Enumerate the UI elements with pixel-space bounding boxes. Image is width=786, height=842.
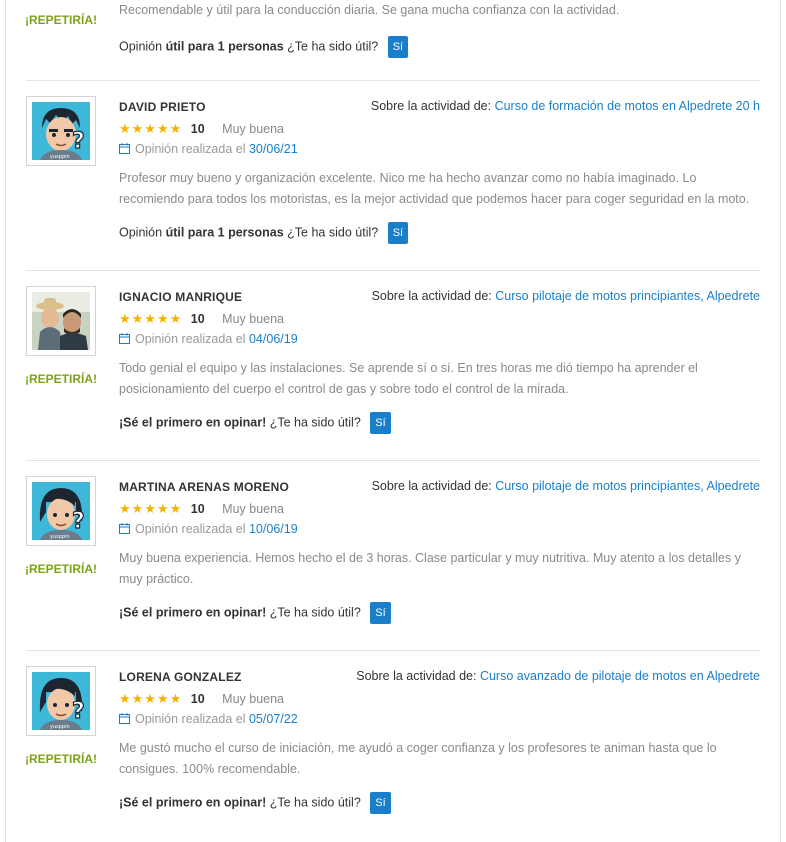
review-date: Opinión realizada el 04/06/19	[119, 332, 298, 346]
svg-text:yusppin: yusppin	[50, 724, 70, 730]
useful-row: Opinión útil para 1 personas ¿Te ha sido…	[119, 222, 409, 244]
default-avatar-icon: ? yusppin	[32, 672, 90, 730]
activity-info: Sobre la actividad de: Curso pilotaje de…	[372, 289, 760, 303]
date-value[interactable]: 04/06/19	[249, 332, 298, 346]
reviewer-name: LORENA GONZALEZ	[119, 670, 242, 684]
review-date: Opinión realizada el 10/06/19	[119, 522, 298, 536]
default-avatar-icon: ? yusppin	[32, 482, 90, 540]
rating: ★★★★★ 10 Muy buena	[119, 121, 284, 137]
repeat-badge: ¡REPETIRÍA!	[25, 752, 97, 766]
useful-yes-button[interactable]: Sí	[387, 36, 409, 58]
rating: ★★★★★ 10 Muy buena	[119, 501, 284, 517]
activity-info: Sobre la actividad de: Curso avanzado de…	[356, 669, 760, 683]
star-rating-icon: ★★★★★	[119, 121, 183, 136]
reviews-panel: ¡REPETIRÍA! Recomendable y útil para la …	[5, 0, 781, 842]
rating: ★★★★★ 10 Muy buena	[119, 691, 284, 707]
review-date: Opinión realizada el 30/06/21	[119, 142, 298, 156]
useful-count: útil para 1 personas	[165, 225, 284, 240]
useful-yes-button[interactable]: Sí	[370, 602, 391, 624]
avatar: ? yusppin	[26, 476, 96, 546]
date-prefix: Opinión realizada el	[135, 522, 246, 536]
avatar	[26, 286, 96, 356]
useful-prefix: Opinión	[119, 225, 163, 240]
activity-label: Sobre la actividad de:	[356, 669, 477, 683]
default-avatar-icon: ? yusppin	[32, 102, 90, 160]
useful-count: útil para 1 personas	[165, 39, 284, 54]
star-rating-icon: ★★★★★	[119, 501, 183, 516]
date-value[interactable]: 30/06/21	[249, 142, 298, 156]
activity-info: Sobre la actividad de: Curso pilotaje de…	[372, 479, 760, 493]
first-opinion: ¡Sé el primero en opinar!	[119, 415, 267, 430]
star-rating-icon: ★★★★★	[119, 691, 183, 706]
date-value[interactable]: 05/07/22	[249, 712, 298, 726]
review-item: ? yusppin ¡REPETIRÍA! LORENA GONZALEZ So…	[6, 650, 780, 842]
svg-text:yusppin: yusppin	[50, 534, 70, 540]
score-label: Muy buena	[222, 502, 285, 516]
useful-question: ¿Te ha sido útil?	[269, 415, 361, 430]
review-item: ¡REPETIRÍA! IGNACIO MANRIQUE Sobre la ac…	[6, 270, 780, 460]
svg-text:?: ?	[72, 509, 85, 534]
calendar-icon	[119, 143, 130, 154]
avatar: ? yusppin	[26, 666, 96, 736]
score: 10	[190, 692, 205, 706]
review-text: Profesor muy bueno y organización excele…	[119, 171, 750, 206]
activity-link[interactable]: Curso pilotaje de motos principiantes, A…	[495, 289, 760, 303]
useful-question: ¿Te ha sido útil?	[269, 605, 361, 620]
repeat-badge: ¡REPETIRÍA!	[25, 372, 97, 386]
calendar-icon	[119, 523, 130, 534]
date-prefix: Opinión realizada el	[135, 142, 246, 156]
score-label: Muy buena	[222, 692, 285, 706]
activity-link[interactable]: Curso pilotaje de motos principiantes, A…	[495, 479, 760, 493]
useful-row: ¡Sé el primero en opinar! ¿Te ha sido út…	[119, 792, 391, 814]
activity-label: Sobre la actividad de:	[371, 289, 492, 303]
review-item: ? yusppin ¡REPETIRÍA! MARTINA ARENAS MOR…	[6, 460, 780, 650]
review-text: Todo genial el equipo y las instalacione…	[119, 361, 698, 396]
useful-row: Opinión útil para 1 personas ¿Te ha sido…	[119, 36, 409, 58]
useful-question: ¿Te ha sido útil?	[287, 39, 379, 54]
reviewer-name: MARTINA ARENAS MORENO	[119, 480, 289, 494]
avatar: ? yusppin	[26, 96, 96, 166]
score: 10	[190, 502, 205, 516]
first-opinion: ¡Sé el primero en opinar!	[119, 605, 267, 620]
reviewer-name: IGNACIO MANRIQUE	[119, 290, 243, 304]
review-date: Opinión realizada el 05/07/22	[119, 712, 298, 726]
useful-yes-button[interactable]: Sí	[370, 792, 391, 814]
rating: ★★★★★ 10 Muy buena	[119, 311, 284, 327]
star-rating-icon: ★★★★★	[119, 311, 183, 326]
repeat-badge: ¡REPETIRÍA!	[25, 13, 97, 27]
activity-link[interactable]: Curso de formación de motos en Alpedrete…	[495, 99, 760, 113]
date-value[interactable]: 10/06/19	[249, 522, 298, 536]
svg-text:?: ?	[72, 699, 85, 724]
activity-link[interactable]: Curso avanzado de pilotaje de motos en A…	[480, 669, 760, 683]
review-text: Recomendable y útil para la conducción d…	[119, 3, 620, 17]
score: 10	[190, 122, 205, 136]
date-prefix: Opinión realizada el	[135, 712, 246, 726]
date-prefix: Opinión realizada el	[135, 332, 246, 346]
useful-row: ¡Sé el primero en opinar! ¿Te ha sido út…	[119, 412, 391, 434]
useful-yes-button[interactable]: Sí	[370, 412, 391, 434]
useful-question: ¿Te ha sido útil?	[269, 795, 361, 810]
svg-text:yusppin: yusppin	[50, 154, 70, 160]
repeat-badge: ¡REPETIRÍA!	[25, 562, 97, 576]
calendar-icon	[119, 713, 130, 724]
review-text: Me gustó mucho el curso de iniciación, m…	[119, 741, 717, 776]
useful-prefix: Opinión	[119, 39, 163, 54]
useful-row: ¡Sé el primero en opinar! ¿Te ha sido út…	[119, 602, 391, 624]
first-opinion: ¡Sé el primero en opinar!	[119, 795, 267, 810]
svg-text:?: ?	[72, 129, 85, 154]
score: 10	[190, 312, 205, 326]
review-item: ? yusppin DAVID PRIETO Sobre la activida…	[6, 80, 780, 270]
activity-label: Sobre la actividad de:	[370, 99, 492, 113]
reviewer-name: DAVID PRIETO	[119, 100, 206, 114]
useful-yes-button[interactable]: Sí	[387, 222, 409, 244]
review-item-top: ¡REPETIRÍA! Recomendable y útil para la …	[6, 0, 780, 80]
score-label: Muy buena	[222, 122, 285, 136]
activity-info: Sobre la actividad de: Curso de formació…	[371, 99, 760, 113]
user-photo	[32, 292, 90, 350]
useful-question: ¿Te ha sido útil?	[287, 225, 379, 240]
activity-label: Sobre la actividad de:	[371, 479, 492, 493]
review-text: Muy buena experiencia. Hemos hecho el de…	[119, 551, 741, 586]
score-label: Muy buena	[222, 312, 285, 326]
calendar-icon	[119, 333, 130, 344]
